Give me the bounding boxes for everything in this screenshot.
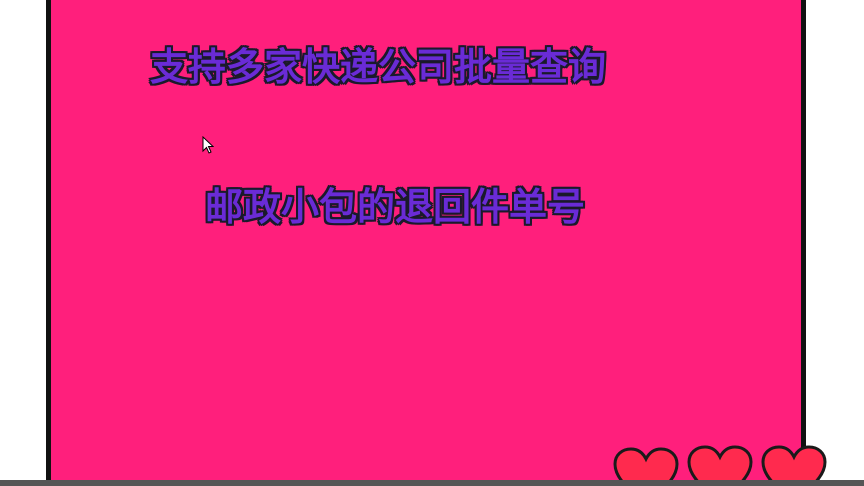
mouse-pointer-icon	[202, 136, 214, 154]
caption-line-1: 支持多家快递公司批量查询	[150, 45, 607, 89]
caption-line-2: 邮政小包的退回件单号	[205, 185, 586, 229]
video-frame: 支持多家快递公司批量查询 邮政小包的退回件单号	[0, 0, 864, 486]
video-progress-bar[interactable]	[0, 480, 864, 486]
